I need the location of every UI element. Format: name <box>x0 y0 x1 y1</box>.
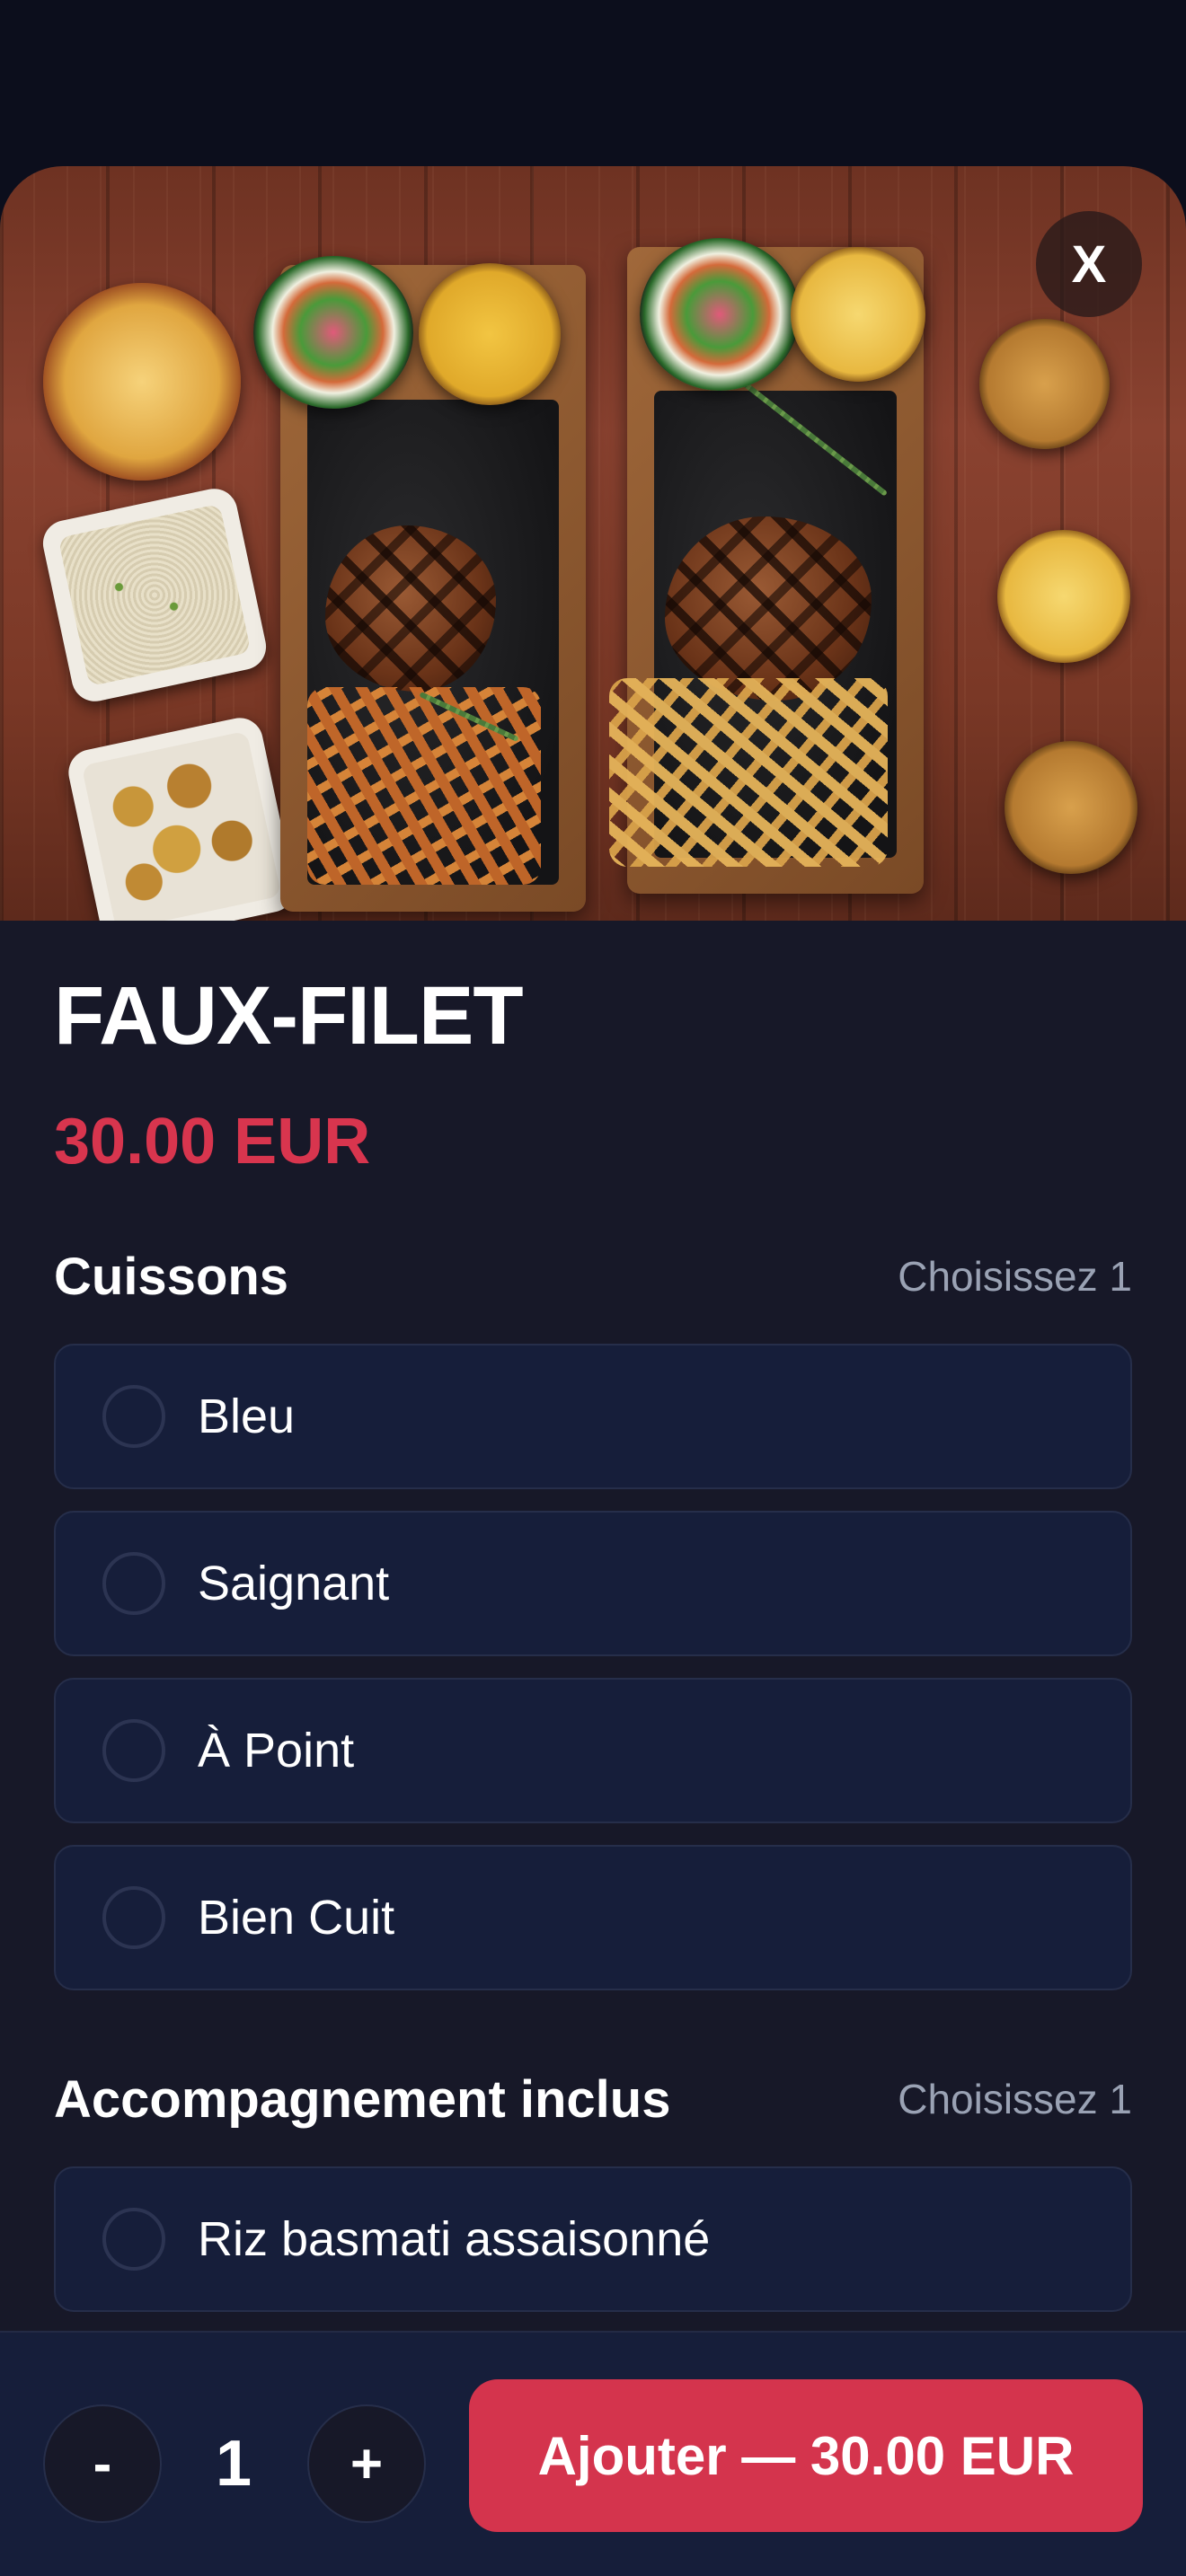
steak <box>665 516 872 701</box>
sauce-bowl <box>1005 741 1137 874</box>
product-title: FAUX-FILET <box>54 970 524 1062</box>
option-bien-cuit[interactable]: Bien Cuit <box>54 1845 1132 1990</box>
option-label: Bien Cuit <box>198 1891 395 1945</box>
option-label: À Point <box>198 1724 355 1778</box>
bottom-action-bar: - 1 + Ajouter — 30.00 EUR <box>0 2331 1186 2576</box>
option-label: Riz basmati assaisonné <box>198 2212 711 2266</box>
product-sheet: X FAUX-FILET 30.00 EUR Cuissons Choisiss… <box>0 166 1186 2576</box>
decrease-quantity-button[interactable]: - <box>43 2404 162 2523</box>
section-title-cuissons: Cuissons <box>54 1248 289 1306</box>
option-riz-basmati[interactable]: Riz basmati assaisonné <box>54 2166 1132 2312</box>
option-saignant[interactable]: Saignant <box>54 1511 1132 1656</box>
option-a-point[interactable]: À Point <box>54 1678 1132 1823</box>
radio-circle-icon[interactable] <box>102 2208 165 2271</box>
increase-quantity-button[interactable]: + <box>307 2404 426 2523</box>
rice-dish <box>39 484 270 706</box>
quantity-value: 1 <box>215 2428 252 2500</box>
close-button[interactable]: X <box>1036 211 1142 317</box>
potatoes-dish <box>64 713 299 921</box>
gratin-dish <box>43 283 241 481</box>
option-bleu[interactable]: Bleu <box>54 1344 1132 1489</box>
steak <box>325 525 496 692</box>
add-to-cart-button[interactable]: Ajouter — 30.00 EUR <box>469 2379 1143 2532</box>
salad-bowl <box>640 238 800 391</box>
radio-circle-icon[interactable] <box>102 1886 165 1949</box>
product-photo <box>0 166 1186 921</box>
section-hint-accompagnement: Choisissez 1 <box>898 2076 1132 2122</box>
option-label: Bleu <box>198 1389 296 1443</box>
radio-circle-icon[interactable] <box>102 1385 165 1448</box>
sauce-bowl <box>419 263 561 405</box>
sauce-bowl <box>979 319 1110 449</box>
sauce-bowl <box>997 530 1130 663</box>
salad-bowl <box>253 256 413 409</box>
radio-circle-icon[interactable] <box>102 1719 165 1782</box>
radio-circle-icon[interactable] <box>102 1552 165 1615</box>
section-hint-cuissons: Choisissez 1 <box>898 1253 1132 1300</box>
section-title-accompagnement: Accompagnement inclus <box>54 2070 671 2129</box>
sauce-bowl <box>791 247 925 382</box>
option-label: Saignant <box>198 1557 390 1610</box>
product-price: 30.00 EUR <box>54 1106 371 1178</box>
